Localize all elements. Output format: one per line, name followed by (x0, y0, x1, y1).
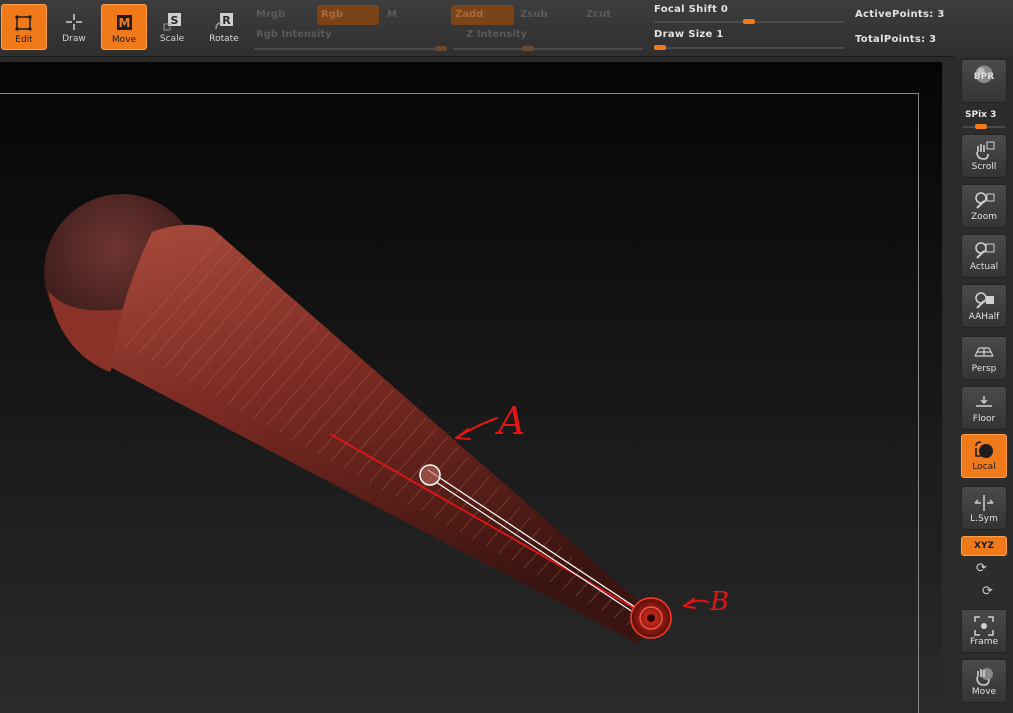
actual-label: Actual (969, 262, 999, 272)
aahalf-icon (975, 292, 994, 309)
zoom-label: Zoom (971, 212, 997, 222)
z-intensity-label: Z Intensity (466, 29, 527, 40)
annotation-a (455, 417, 498, 440)
mrgb-button[interactable]: Mrgb (252, 5, 312, 25)
local-icon (975, 441, 993, 458)
zcut-button[interactable]: Zcut (582, 5, 642, 25)
xyz-button[interactable]: XYZ (961, 536, 1007, 556)
local-button[interactable]: Local (961, 434, 1007, 478)
draw-icon (66, 14, 82, 30)
draw-size-label: Draw Size 1 (654, 29, 724, 40)
focal-shift-knob[interactable] (743, 19, 755, 24)
zoom-icon (975, 192, 995, 209)
document-canvas[interactable]: A B (0, 62, 942, 713)
spix-label: SPix 3 (965, 110, 997, 120)
edit-label: Edit (15, 35, 33, 45)
persp-label: Persp (971, 364, 997, 374)
svg-text:S: S (171, 14, 179, 27)
zsphere-point-a[interactable] (419, 464, 441, 486)
frame-button[interactable]: Frame (961, 609, 1007, 653)
floor-label: Floor (972, 414, 996, 424)
spix-knob[interactable] (975, 124, 987, 129)
draw-button[interactable]: Draw (51, 4, 97, 50)
local-symmetry-icon (974, 495, 994, 511)
active-points-readout: ActivePoints: 3 (855, 9, 945, 20)
move-label: Move (111, 35, 137, 45)
move-hand-icon (976, 668, 993, 686)
zsphere-chain[interactable] (112, 224, 658, 645)
l-sym-label: L.Sym (970, 514, 998, 524)
annotation-a-label: A (495, 399, 525, 443)
move-view-button[interactable]: Move (961, 659, 1007, 703)
zsphere-point-b[interactable] (630, 597, 672, 639)
total-points-readout: TotalPoints: 3 (855, 34, 937, 45)
edit-icon (15, 15, 32, 31)
l-sym-button[interactable]: L.Sym (961, 486, 1007, 530)
zadd-button[interactable]: Zadd (451, 5, 514, 25)
right-shelf: BPR SPix 3 Scroll Zoom Actual AAHalf Persp Fl… (955, 56, 1013, 707)
annotation-red-line (329, 433, 651, 618)
perspective-grid-icon (974, 347, 994, 357)
rotate-z-icon[interactable]: ⟳ (982, 584, 993, 599)
scale-button[interactable]: S Scale (149, 4, 195, 50)
rgb-button[interactable]: Rgb (317, 5, 379, 25)
floor-button[interactable]: Floor (961, 386, 1007, 430)
zsphere-scene[interactable]: A B (0, 62, 942, 707)
aahalf-label: AAHalf (968, 312, 1000, 322)
actual-button[interactable]: Actual (961, 234, 1007, 278)
svg-text:M: M (119, 16, 131, 30)
zoom-button[interactable]: Zoom (961, 184, 1007, 228)
draw-size-track[interactable] (654, 47, 844, 49)
rotate-y-icon[interactable]: ⟳ (976, 561, 987, 576)
rotate-label: Rotate (209, 34, 239, 44)
rotate-icon: R (215, 13, 233, 30)
top-toolbar: Edit Draw M Move S Scale R Rotate Mrgb R… (0, 0, 1013, 57)
rotate-button[interactable]: R Rotate (201, 4, 247, 50)
rgb-intensity-track[interactable] (254, 48, 444, 50)
actual-icon (975, 242, 995, 259)
scale-icon: S (163, 13, 181, 31)
draw-size-knob[interactable] (654, 45, 666, 50)
aahalf-button[interactable]: AAHalf (961, 284, 1007, 328)
m-button[interactable]: M (383, 5, 413, 25)
frame-label: Frame (969, 637, 999, 647)
scroll-label: Scroll (971, 162, 997, 172)
draw-label: Draw (62, 34, 86, 44)
z-intensity-track[interactable] (453, 48, 643, 50)
focal-shift-label: Focal Shift 0 (654, 4, 729, 15)
bpr-label: BPR (973, 72, 995, 82)
edit-button[interactable]: Edit (1, 4, 47, 50)
scale-label: Scale (159, 34, 185, 44)
annotation-b (683, 598, 709, 609)
local-label: Local (972, 462, 996, 472)
bpr-button[interactable]: BPR (961, 59, 1007, 103)
rgb-intensity-knob[interactable] (435, 46, 447, 51)
floor-icon (976, 396, 992, 407)
zsub-button[interactable]: Zsub (516, 5, 576, 25)
move-button[interactable]: M Move (101, 4, 147, 50)
frame-icon (974, 616, 994, 636)
persp-button[interactable]: Persp (961, 336, 1007, 380)
z-intensity-knob[interactable] (522, 46, 534, 51)
scroll-button[interactable]: Scroll (961, 134, 1007, 178)
rgb-intensity-label: Rgb Intensity (256, 29, 332, 40)
xyz-label: XYZ (974, 541, 994, 551)
svg-text:R: R (222, 14, 231, 27)
scroll-hand-icon (976, 141, 995, 160)
move-view-label: Move (971, 687, 997, 697)
annotation-b-label: B (709, 587, 729, 617)
move-icon: M (117, 15, 132, 30)
